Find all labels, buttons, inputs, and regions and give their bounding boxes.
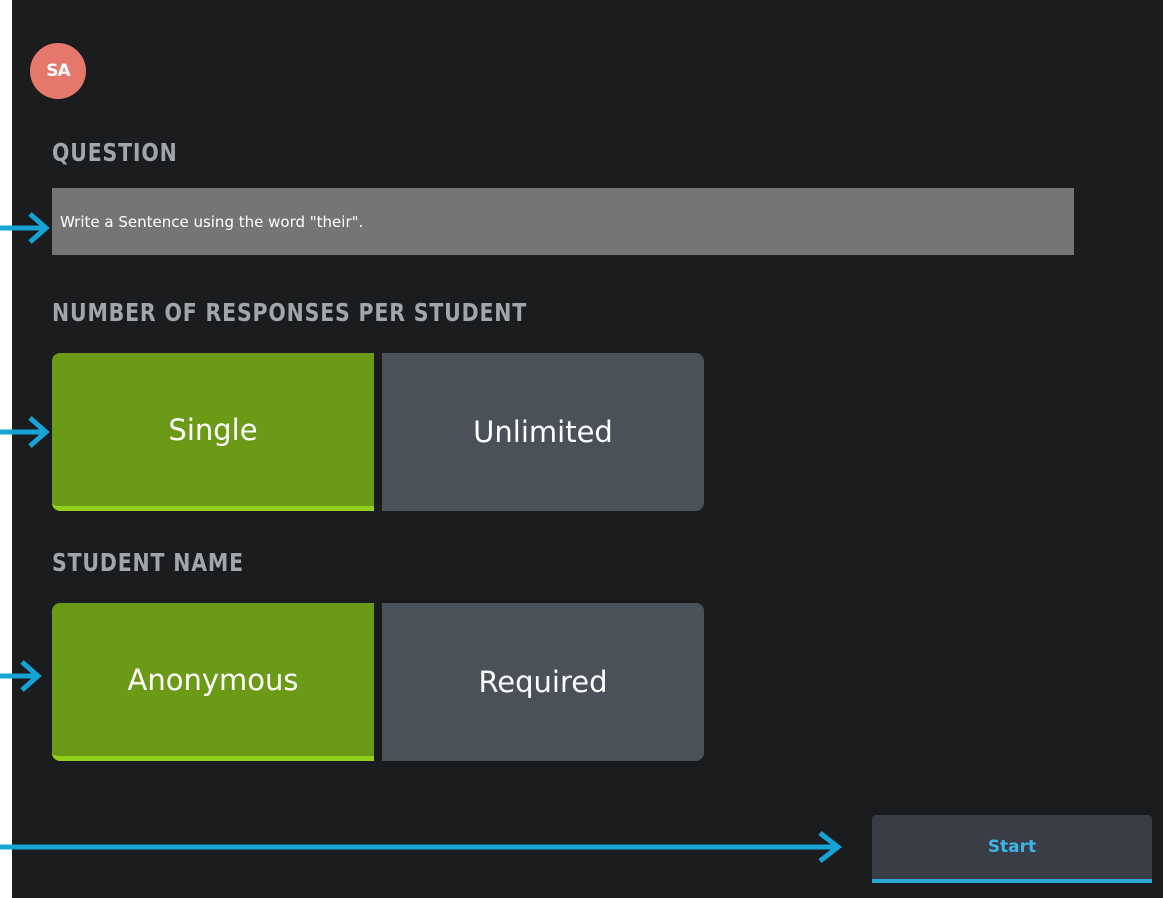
arrow-student-name-icon	[0, 660, 42, 692]
arrow-start-icon	[0, 831, 843, 863]
responses-label: NUMBER OF RESPONSES PER STUDENT	[52, 298, 528, 327]
student-name-option-required[interactable]: Required	[382, 603, 704, 761]
question-input[interactable]	[52, 188, 1074, 255]
app-logo: SA	[30, 43, 86, 99]
responses-option-unlimited[interactable]: Unlimited	[382, 353, 704, 511]
student-name-option-anonymous[interactable]: Anonymous	[52, 603, 374, 761]
question-label: QUESTION	[52, 138, 178, 167]
start-button[interactable]: Start	[872, 815, 1152, 883]
responses-option-single[interactable]: Single	[52, 353, 374, 511]
arrow-question-icon	[0, 212, 50, 244]
student-name-label: STUDENT NAME	[52, 548, 244, 577]
arrow-responses-icon	[0, 416, 50, 448]
